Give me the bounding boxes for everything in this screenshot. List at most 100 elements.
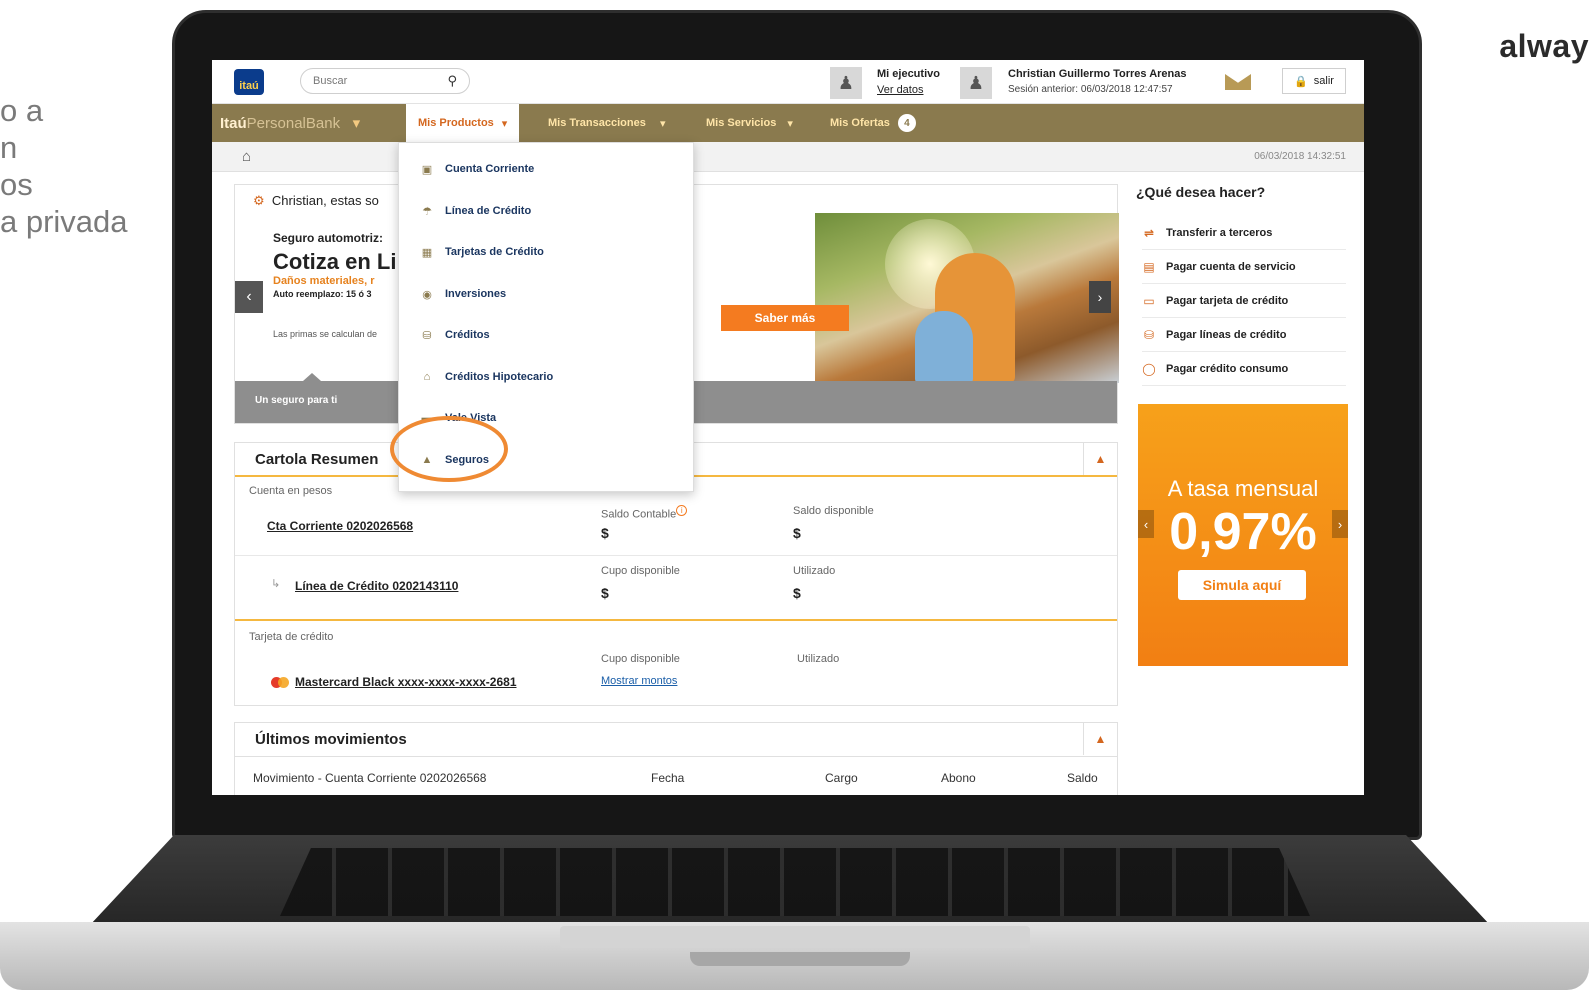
logout-button[interactable]: 🔒 salir (1282, 68, 1346, 94)
movements-title: Últimos movimientos (255, 731, 407, 748)
chevron-down-icon: ▾ (501, 117, 508, 130)
nav-label: Mis Ofertas (830, 117, 890, 129)
greeting-text: Christian, estas so (271, 193, 379, 208)
menu-item-tarjetas[interactable]: ▦ Tarjetas de Crédito (421, 242, 544, 262)
utilizado-label: Utilizado (793, 565, 836, 577)
saldo-disponible-value: $ (793, 525, 801, 541)
chevron-left-icon[interactable]: ‹ (1138, 510, 1154, 538)
card-link[interactable]: Mastercard Black xxxx-xxxx-xxxx-2681 (295, 675, 517, 689)
laptop-trackpad (560, 926, 1030, 948)
nav-brand-light: PersonalBank (246, 115, 341, 132)
col-movimiento[interactable]: Movimiento - Cuenta Corriente 0202026568 (253, 771, 486, 785)
main-nav: ItaúPersonalBank ▾ Mis Productos ▾ Mis T… (212, 104, 1364, 142)
chevron-right-icon[interactable]: › (1332, 510, 1348, 538)
wallet-icon: ▣ (421, 163, 433, 176)
transfer-icon: ⇌ (1143, 225, 1155, 240)
search-input[interactable]: Buscar ⚲ (300, 68, 470, 94)
chevron-up-icon[interactable]: ▲ (1083, 723, 1117, 755)
mastercard-icon (271, 677, 289, 688)
coins-icon: ⛁ (1143, 327, 1155, 342)
cupo-disponible-label: Cupo disponible (601, 565, 680, 577)
money-icon: ◯ (1142, 361, 1156, 376)
sub-account-arrow-icon: ↳ (271, 578, 281, 590)
laptop-screen: itaú Buscar ⚲ ♟ Mi ejecutivo Ver datos ♟… (212, 60, 1364, 795)
col-fecha[interactable]: Fecha (651, 771, 684, 785)
nav-mis-transacciones[interactable]: Mis Transacciones ▾ (548, 104, 665, 142)
banner-next-icon[interactable]: › (1089, 281, 1111, 313)
breadcrumb: ⌂ 06/03/2018 14:32:51 (212, 142, 1364, 172)
rate-promo[interactable]: A tasa mensual 0,97% ‹ › Simula aquí (1138, 404, 1348, 666)
itau-logo[interactable]: itaú (234, 69, 264, 95)
house-icon: ⌂ (423, 371, 431, 383)
coins-icon: ⛁ (422, 329, 432, 342)
search-icon[interactable]: ⚲ (447, 73, 457, 89)
banner-prev-icon[interactable]: ‹ (235, 281, 263, 313)
info-icon[interactable]: i (676, 505, 688, 516)
col-saldo[interactable]: Saldo (1067, 771, 1098, 785)
action-label: Pagar tarjeta de crédito (1166, 294, 1289, 307)
side-caption-line: o a (0, 93, 44, 128)
menu-item-hipotecario[interactable]: ⌂ Créditos Hipotecario (421, 367, 554, 387)
banner-tab-label[interactable]: Un seguro para ti (255, 395, 337, 406)
action-label: Pagar crédito consumo (1166, 362, 1289, 375)
nav-brand-bold: Itaú (220, 115, 247, 132)
chevron-down-icon: ▾ (784, 117, 793, 130)
quick-actions-heading: ¿Qué desea hacer? (1136, 184, 1266, 200)
offers-count-badge: 4 (897, 114, 916, 132)
greeting: ⚙ Christian, estas so (253, 193, 379, 209)
action-transfer[interactable]: ⇌ Transferir a terceros (1142, 216, 1346, 250)
section-separator (235, 619, 1117, 621)
action-pay-consumer-credit[interactable]: ◯ Pagar crédito consumo (1142, 352, 1346, 386)
action-label: Pagar líneas de crédito (1166, 328, 1287, 341)
saldo-contable-label: Saldo Contable i (601, 505, 688, 521)
saldo-contable-text: Saldo Contable (601, 508, 677, 521)
card-label: Tarjeta de crédito (249, 631, 334, 643)
simula-button[interactable]: Simula aquí (1178, 570, 1306, 600)
menu-item-label: Créditos (445, 329, 490, 341)
action-label: Pagar cuenta de servicio (1166, 260, 1296, 273)
executive-label: Mi ejecutivo (877, 68, 940, 80)
col-abono[interactable]: Abono (941, 771, 976, 785)
movements-card: Últimos movimientos ▲ Movimiento - Cuent… (234, 722, 1118, 795)
menu-item-label: Créditos Hipotecario (445, 371, 554, 383)
umbrella-icon: ☂ (422, 205, 432, 218)
executive-details-link[interactable]: Ver datos (877, 84, 923, 96)
nav-mis-ofertas[interactable]: Mis Ofertas 4 (830, 104, 916, 142)
show-amounts-link[interactable]: Mostrar montos (601, 675, 677, 687)
highlight-ring (390, 416, 508, 482)
current-datetime: 06/03/2018 14:32:51 (1254, 151, 1346, 162)
mail-icon[interactable] (1225, 74, 1251, 90)
insurance-label: Seguro automotriz: (273, 231, 383, 245)
menu-item-linea-credito[interactable]: ☂ Línea de Crédito (421, 201, 531, 221)
nav-mis-productos[interactable]: Mis Productos ▾ (406, 104, 520, 142)
nav-brand[interactable]: ItaúPersonalBank ▾ (220, 114, 360, 132)
action-pay-card[interactable]: ▭ Pagar tarjeta de crédito (1142, 284, 1346, 318)
banner-note: Las primas se calculan de (273, 329, 378, 339)
home-icon[interactable]: ⌂ (242, 148, 251, 165)
menu-item-cuenta-corriente[interactable]: ▣ Cuenta Corriente (421, 159, 534, 179)
utilizado-value: $ (793, 585, 801, 601)
credit-line-link[interactable]: Línea de Crédito 0202143110 (295, 579, 458, 593)
menu-item-label: Línea de Crédito (445, 205, 532, 217)
menu-item-inversiones[interactable]: ◉ Inversiones (421, 284, 506, 304)
action-pay-service[interactable]: ▤ Pagar cuenta de servicio (1142, 250, 1346, 284)
movements-header: Últimos movimientos ▲ (235, 723, 1117, 757)
saber-mas-button[interactable]: Saber más (721, 305, 849, 331)
card-utilizado-label: Utilizado (797, 653, 840, 665)
promo-title: A tasa mensual (1167, 476, 1319, 501)
top-bar: itaú Buscar ⚲ ♟ Mi ejecutivo Ver datos ♟… (212, 60, 1364, 104)
chevron-down-icon: ▾ (344, 115, 361, 132)
side-caption: o a n os a privada (0, 92, 128, 240)
menu-item-creditos[interactable]: ⛁ Créditos (421, 325, 490, 345)
action-pay-credit-line[interactable]: ⛁ Pagar líneas de crédito (1142, 318, 1346, 352)
nav-label: Mis Servicios (706, 117, 777, 129)
saldo-disponible-label: Saldo disponible (793, 505, 874, 517)
search-placeholder: Buscar (313, 75, 348, 87)
account-link[interactable]: Cta Corriente 0202026568 (267, 519, 413, 533)
action-label: Transferir a terceros (1166, 226, 1273, 239)
banner-replacement: Auto reemplazo: 15 ó 3 (273, 289, 372, 299)
user-avatar-icon: ♟ (960, 67, 992, 99)
col-cargo[interactable]: Cargo (825, 771, 858, 785)
nav-mis-servicios[interactable]: Mis Servicios ▾ (706, 104, 793, 142)
chevron-up-icon[interactable]: ▲ (1083, 443, 1117, 475)
